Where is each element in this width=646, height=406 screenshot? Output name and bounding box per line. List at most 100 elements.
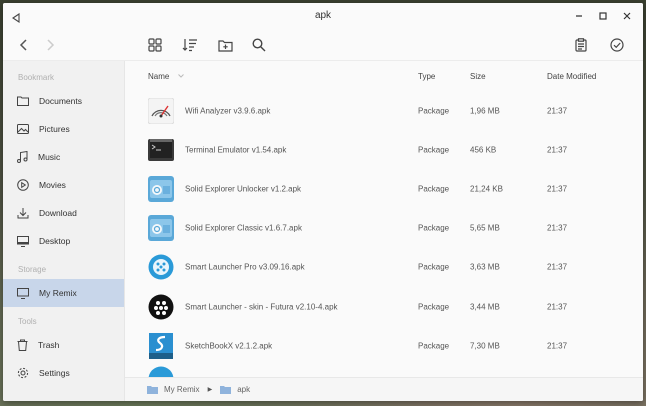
monitor-icon	[17, 287, 29, 299]
solid-explorer-icon	[148, 175, 174, 202]
sidebar-section-storage: Storage	[18, 265, 47, 274]
back-arrow-icon[interactable]	[15, 36, 33, 54]
sidebar-section-tools: Tools	[18, 317, 37, 326]
window-controls	[567, 9, 639, 23]
file-type: Package	[418, 145, 450, 155]
breadcrumb-label: apk	[237, 385, 251, 394]
sidebar-item-trash[interactable]: Trash	[3, 331, 124, 359]
file-size: 3,63 MB	[470, 262, 500, 272]
sidebar-item-label: My Remix	[39, 288, 77, 298]
image-icon	[17, 124, 29, 134]
sidebar-section-bookmark: Bookmark	[18, 73, 55, 82]
table-row[interactable]: Solid Explorer Classic v1.6.7.apk Packag…	[125, 209, 643, 248]
file-date: 21:37	[547, 262, 568, 272]
file-size: 7,30 MB	[470, 341, 500, 351]
file-size: 3,44 MB	[470, 302, 500, 312]
maximize-icon[interactable]	[591, 9, 615, 23]
file-type: Package	[418, 302, 450, 312]
file-name: Solid Explorer Classic v1.6.7.apk	[185, 223, 302, 233]
solid-explorer-icon	[148, 215, 174, 242]
sidebar-item-label: Documents	[39, 96, 82, 106]
sidebar-item-documents[interactable]: Documents	[3, 87, 124, 115]
file-date: 21:37	[547, 184, 568, 194]
sort-caret-icon	[177, 74, 184, 79]
sketchbook-icon	[148, 332, 174, 359]
file-date: 21:37	[547, 223, 568, 233]
sidebar-item-label: Music	[38, 152, 61, 162]
table-row[interactable]: Wifi Analyzer v3.9.6.apk Package 1,96 MB…	[125, 91, 643, 130]
file-type: Package	[418, 223, 450, 233]
file-type: Package	[418, 106, 450, 116]
forward-arrow-icon[interactable]	[41, 36, 59, 54]
sidebar-item-download[interactable]: Download	[3, 199, 124, 227]
gear-icon	[17, 367, 29, 379]
wifi-analyzer-icon	[147, 97, 175, 125]
column-header-size[interactable]: Size	[470, 72, 486, 81]
file-size: 5,65 MB	[470, 223, 500, 233]
window-title: apk	[314, 10, 332, 21]
file-list-pane: Name Type Size Date Modified Wifi Analyz…	[125, 61, 643, 401]
file-name: SketchBookX v2.1.2.apk	[185, 341, 273, 351]
file-date: 21:37	[547, 341, 568, 351]
sidebar-item-label: Settings	[39, 368, 70, 378]
file-name: Terminal Emulator v1.54.apk	[185, 145, 287, 155]
file-name: Solid Explorer Unlocker v1.2.apk	[185, 184, 302, 194]
search-icon[interactable]	[250, 36, 268, 54]
grid-view-icon[interactable]	[146, 36, 164, 54]
sidebar-item-desktop[interactable]: Desktop	[3, 227, 124, 255]
file-manager-window: apk Bookmark Documents Pictures Music Mo…	[3, 3, 643, 401]
column-header-type[interactable]: Type	[418, 72, 435, 81]
breadcrumb-apk[interactable]: apk	[220, 385, 250, 394]
clipboard-icon[interactable]	[572, 36, 590, 54]
file-type: Package	[418, 262, 450, 272]
column-header-date[interactable]: Date Modified	[547, 72, 596, 81]
file-list: Wifi Analyzer v3.9.6.apk Package 1,96 MB…	[125, 91, 643, 384]
file-name: Smart Launcher - skin - Futura v2.10-4.a…	[185, 302, 338, 312]
sidebar-item-music[interactable]: Music	[3, 143, 124, 171]
folder-icon	[17, 96, 29, 106]
table-row[interactable]: Solid Explorer Unlocker v1.2.apk Package…	[125, 169, 643, 208]
file-date: 21:37	[547, 302, 568, 312]
table-row[interactable]: SketchBookX v2.1.2.apk Package 7,30 MB 2…	[125, 326, 643, 365]
file-date: 21:37	[547, 106, 568, 116]
breadcrumb-my-remix[interactable]: My Remix	[147, 385, 200, 394]
file-name: Wifi Analyzer v3.9.6.apk	[185, 106, 271, 116]
file-date: 21:37	[547, 145, 568, 155]
sidebar-item-movies[interactable]: Movies	[3, 171, 124, 199]
file-size: 1,96 MB	[470, 106, 500, 116]
folder-icon	[220, 386, 232, 394]
path-bar: My Remix ▶ apk	[125, 377, 643, 401]
terminal-icon	[148, 137, 174, 163]
table-row[interactable]: Smart Launcher Pro v3.09.16.apk Package …	[125, 248, 643, 287]
column-header-name[interactable]: Name	[148, 72, 184, 81]
new-folder-icon[interactable]	[216, 36, 234, 54]
table-header: Name Type Size Date Modified	[125, 61, 643, 91]
sidebar-item-label: Pictures	[39, 124, 70, 134]
breadcrumb-separator-icon: ▶	[207, 387, 213, 393]
folder-icon	[147, 386, 158, 394]
table-row[interactable]: Terminal Emulator v1.54.apk Package 456 …	[125, 130, 643, 169]
sidebar-item-label: Desktop	[39, 236, 71, 246]
sidebar-item-my-remix[interactable]: My Remix	[3, 279, 124, 307]
file-name: Smart Launcher Pro v3.09.16.apk	[185, 262, 305, 272]
select-check-icon[interactable]	[608, 36, 626, 54]
sidebar-item-settings[interactable]: Settings	[3, 359, 124, 387]
music-icon	[17, 151, 28, 163]
file-size: 456 KB	[470, 145, 497, 155]
sidebar-item-label: Download	[39, 208, 77, 218]
download-icon	[17, 208, 29, 219]
sidebar-item-label: Movies	[39, 180, 66, 190]
file-type: Package	[418, 184, 450, 194]
sidebar-item-label: Trash	[38, 340, 60, 350]
smart-launcher-icon	[148, 254, 174, 280]
breadcrumb-label: My Remix	[164, 385, 200, 394]
trash-icon	[17, 339, 28, 351]
minimize-icon[interactable]	[567, 9, 591, 23]
table-row[interactable]: Smart Launcher - skin - Futura v2.10-4.a…	[125, 287, 643, 326]
monitor-icon	[17, 235, 29, 247]
sort-icon[interactable]	[181, 36, 199, 54]
close-icon[interactable]	[615, 9, 639, 23]
column-header-name-label: Name	[148, 71, 170, 81]
sidebar-item-pictures[interactable]: Pictures	[3, 115, 124, 143]
smart-launcher-dark-icon	[148, 294, 174, 320]
